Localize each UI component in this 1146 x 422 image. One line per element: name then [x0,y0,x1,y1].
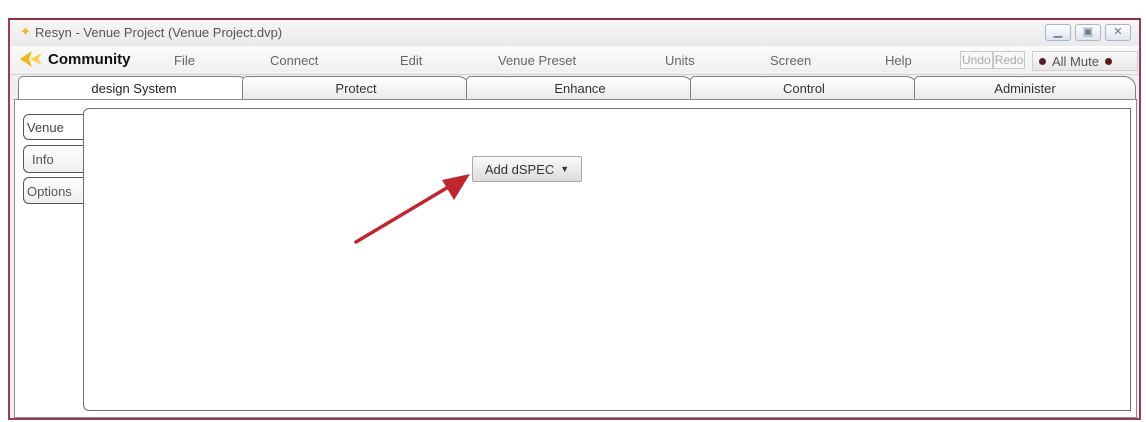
mute-indicator-icon [1039,57,1046,65]
add-dspec-label: Add dSPEC [484,161,555,177]
brand-label: Community [48,51,131,68]
menu-bar: Community File Connect Edit Venue Preset… [10,46,1139,75]
tab-enhance[interactable]: Enhance [466,76,694,101]
title-bar: ✦ Resyn - Venue Project (Venue Project.d… [10,20,1139,46]
menu-screen[interactable]: Screen [770,53,811,68]
menu-edit[interactable]: Edit [400,53,422,68]
undo-redo-group: Undo Redo [960,51,1026,69]
all-mute-button[interactable]: All Mute [1032,51,1138,71]
tab-protect[interactable]: Protect [242,76,470,101]
side-tab-options[interactable]: Options [23,177,83,204]
minimize-icon[interactable]: ▁ [1045,24,1071,41]
menu-venue-preset[interactable]: Venue Preset [498,53,576,68]
annotation-arrow-icon [354,174,470,244]
menu-units[interactable]: Units [665,53,695,68]
window-title: Resyn - Venue Project (Venue Project.dvp… [35,25,283,40]
maximize-icon[interactable]: ▣ [1075,24,1101,41]
window-controls: ▁ ▣ ✕ [1045,24,1131,41]
close-icon[interactable]: ✕ [1105,24,1131,41]
redo-button[interactable]: Redo [992,51,1026,69]
mute-indicator-icon [1104,57,1112,65]
side-tab-info[interactable]: Info [23,145,83,173]
app-icon: ✦ [20,24,31,39]
menu-file[interactable]: File [174,53,195,68]
tab-administer[interactable]: Administer [914,76,1136,101]
community-logo-icon [20,51,42,67]
dropdown-caret-icon: ▼ [560,164,570,174]
undo-button[interactable]: Undo [960,51,993,69]
tab-control[interactable]: Control [690,76,918,101]
side-tab-venue[interactable]: Venue [23,114,83,140]
venue-panel [83,108,1131,411]
all-mute-label: All Mute [1052,53,1099,69]
add-dspec-button[interactable]: Add dSPEC ▼ [472,156,582,182]
menu-help[interactable]: Help [885,53,912,68]
menu-connect[interactable]: Connect [270,53,318,68]
